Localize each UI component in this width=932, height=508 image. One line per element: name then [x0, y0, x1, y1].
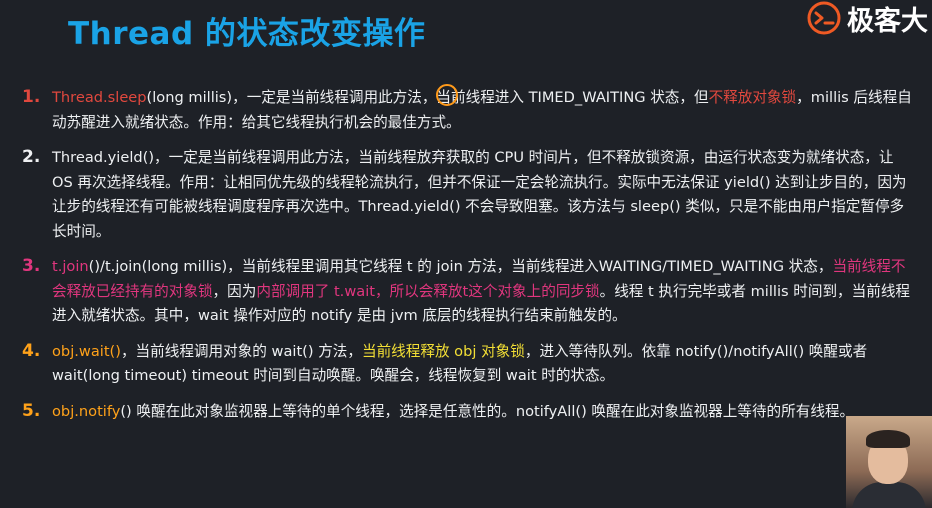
item-segment: (long millis)，一定是当前线程调用此方法，当前线程进入 TIMED_… — [146, 89, 709, 106]
item-segment: 内部调用了 t.wait，所以会释放t这个对象上的同步锁 — [256, 282, 600, 300]
list-item: 2. Thread.yield()，一定是当前线程调用此方法，当前线程放弃获取的… — [22, 146, 912, 244]
slide-title: Thread 的状态改变操作 — [68, 16, 426, 52]
item-segment: () 唤醒在此对象监视器上等待的单个线程，选择是任意性的。notifyAll()… — [120, 402, 855, 420]
item-text: Thread.yield()，一定是当前线程调用此方法，当前线程放弃获取的 CP… — [52, 146, 912, 244]
item-text: obj.notify() 唤醒在此对象监视器上等待的单个线程，选择是任意性的。n… — [52, 400, 912, 425]
thread-operations-list: 1. Thread.sleep(long millis)，一定是当前线程调用此方… — [22, 86, 912, 435]
item-segment: 不释放对象锁 — [708, 89, 797, 106]
list-item: 5. obj.notify() 唤醒在此对象监视器上等待的单个线程，选择是任意性… — [22, 400, 912, 425]
item-text: obj.wait()，当前线程调用对象的 wait() 方法，当前线程释放 ob… — [52, 340, 912, 389]
mouse-cursor-icon — [436, 84, 458, 106]
brand-name: 极客大 — [847, 5, 928, 37]
list-item: 4. obj.wait()，当前线程调用对象的 wait() 方法，当前线程释放… — [22, 340, 912, 389]
item-number: 4. — [22, 340, 41, 361]
presenter-webcam — [846, 416, 932, 508]
item-text: t.join()/t.join(long millis)，当前线程里调用其它线程… — [52, 255, 912, 329]
geekbang-logo-icon — [807, 1, 841, 35]
item-segment: ，因为 — [212, 282, 257, 300]
item-text: Thread.sleep(long millis)，一定是当前线程调用此方法，当… — [52, 86, 912, 135]
item-segment: 当前线程释放 obj 对象锁 — [361, 342, 525, 360]
item-segment: ，当前线程调用对象的 wait() 方法， — [120, 342, 362, 360]
brand-logo: 极客大 — [807, 0, 928, 37]
presenter-body — [852, 482, 926, 508]
item-segment: obj.wait() — [52, 342, 121, 360]
item-number: 1. — [22, 87, 41, 107]
item-segment: Thread.yield()，一定是当前线程调用此方法，当前线程放弃获取的 CP… — [52, 149, 907, 240]
list-item: 3. t.join()/t.join(long millis)，当前线程里调用其… — [22, 255, 912, 329]
item-segment: ()/t.join(long millis)，当前线程里调用其它线程 t 的 j… — [88, 258, 833, 275]
item-segment: Thread.sleep — [52, 89, 147, 106]
item-number: 2. — [22, 147, 41, 167]
item-segment: obj.notify — [52, 402, 121, 420]
item-number: 3. — [22, 256, 41, 276]
item-number: 5. — [22, 400, 41, 421]
list-item: 1. Thread.sleep(long millis)，一定是当前线程调用此方… — [22, 86, 912, 135]
presenter-hair — [866, 430, 910, 448]
item-segment: t.join — [52, 258, 89, 275]
